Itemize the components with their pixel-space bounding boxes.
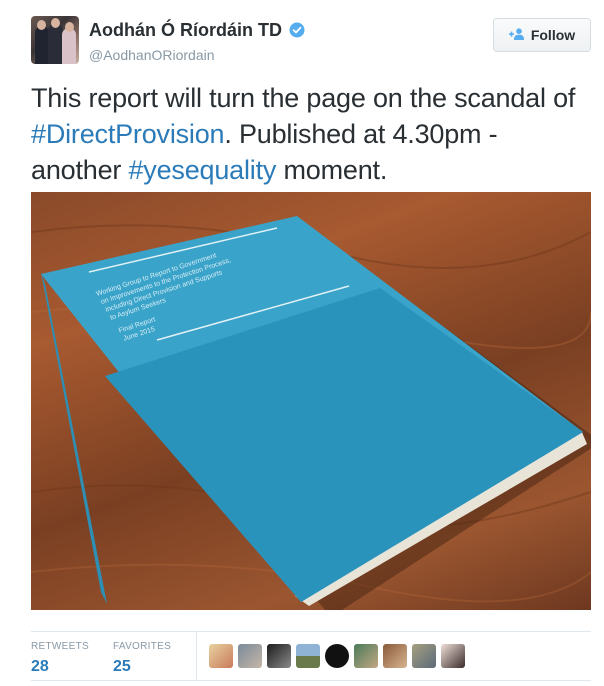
avatar[interactable]: [325, 644, 349, 668]
avatar[interactable]: [238, 644, 262, 668]
tweet-text-part: This report will turn the page on the sc…: [31, 83, 576, 113]
tweet-text: This report will turn the page on the sc…: [31, 80, 591, 188]
favorites-count[interactable]: 25: [113, 658, 171, 676]
favorites-stat[interactable]: FAVORITES 25: [113, 641, 171, 676]
tweet-text-part: moment.: [276, 155, 388, 185]
avatar[interactable]: [267, 644, 291, 668]
avatar[interactable]: [296, 644, 320, 668]
follow-label: Follow: [530, 27, 576, 43]
avatar[interactable]: [31, 16, 79, 64]
follow-button[interactable]: Follow: [493, 18, 591, 52]
hashtag-link[interactable]: #yesequality: [128, 155, 276, 185]
avatar[interactable]: [354, 644, 378, 668]
avatar[interactable]: [441, 644, 465, 668]
add-user-icon: [508, 27, 525, 43]
avatar[interactable]: [383, 644, 407, 668]
favorites-label: FAVORITES: [113, 641, 172, 652]
favoriter-avatars: [209, 644, 465, 668]
retweets-label: RETWEETS: [31, 641, 89, 652]
stats-divider: [196, 632, 197, 680]
verified-badge-icon: [289, 22, 305, 43]
retweets-stat[interactable]: RETWEETS 28: [31, 641, 89, 676]
avatar[interactable]: [412, 644, 436, 668]
user-handle[interactable]: @AodhanORiordain: [89, 46, 305, 64]
retweets-count[interactable]: 28: [31, 658, 89, 676]
display-name[interactable]: Aodhán Ó Ríordáin TD: [89, 20, 282, 40]
hashtag-link[interactable]: #DirectProvision: [31, 119, 225, 149]
user-name-block[interactable]: Aodhán Ó Ríordáin TD @AodhanORiordain: [89, 19, 305, 64]
tweet-photo[interactable]: Working Group to Report to Government on…: [31, 192, 591, 610]
tweet-stats: RETWEETS 28 FAVORITES 25: [31, 631, 591, 681]
tweet-header: Aodhán Ó Ríordáin TD @AodhanORiordain Fo…: [31, 16, 591, 66]
avatar[interactable]: [209, 644, 233, 668]
